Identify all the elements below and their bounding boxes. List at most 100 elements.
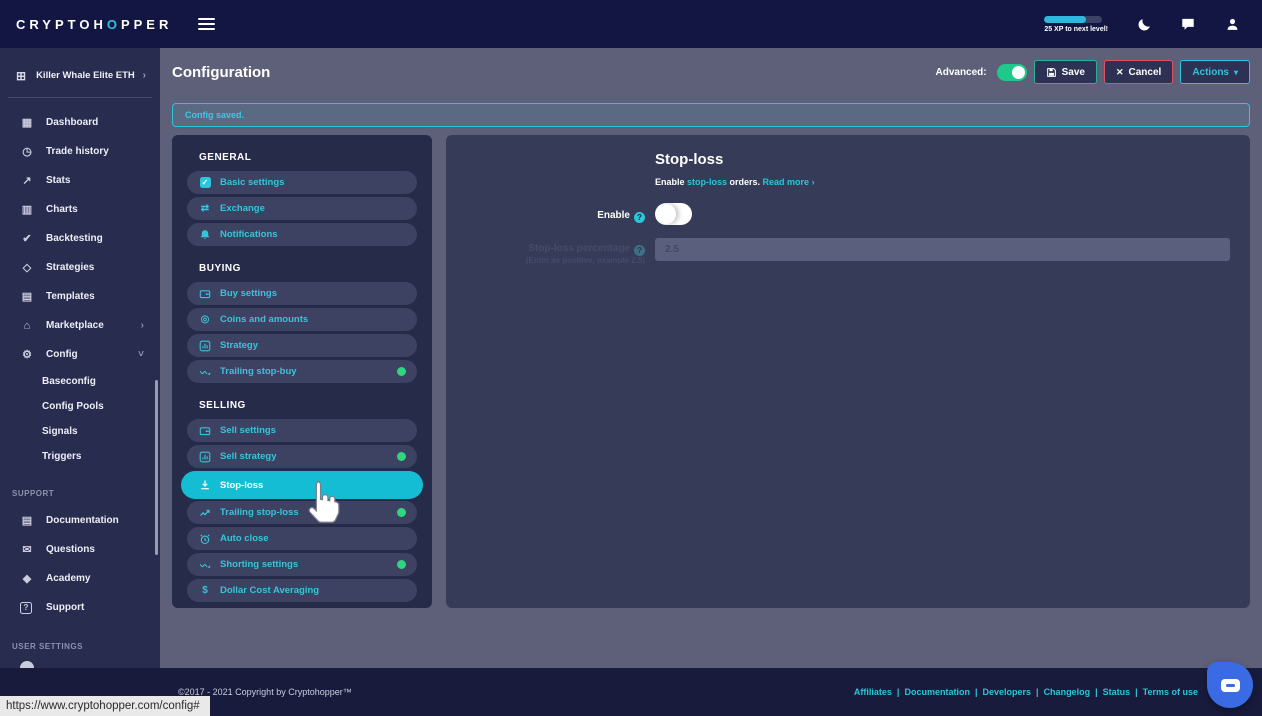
confignav-item-coins-and-amounts[interactable]: ◎ Coins and amounts: [187, 308, 417, 331]
sidebar-item-support[interactable]: ?Support: [0, 593, 160, 622]
sidebar-item-config-pools[interactable]: Config Pools: [0, 394, 160, 419]
sidebar-item-academy[interactable]: ◆Academy: [0, 564, 160, 593]
footer-link-affiliates[interactable]: Affiliates: [854, 687, 892, 697]
actions-dropdown-button[interactable]: Actions ▾: [1180, 60, 1250, 84]
sidebar-item-templates[interactable]: ▤Templates: [0, 282, 160, 311]
save-button[interactable]: Save: [1034, 60, 1097, 84]
xp-progress: 25 XP to next level!: [1044, 16, 1108, 33]
stop-loss-percentage-hint: (Enter as positive, example 2.5): [446, 256, 645, 265]
sidebar-item-backtesting[interactable]: ✔Backtesting: [0, 224, 160, 253]
help-icon[interactable]: ?: [634, 212, 645, 223]
enable-toggle[interactable]: [655, 203, 692, 225]
user-settings-avatar[interactable]: [20, 661, 34, 668]
config-saved-alert: Config saved.: [172, 103, 1250, 127]
confignav-item-label: Coins and amounts: [220, 314, 308, 325]
confignav-item-buy-settings[interactable]: Buy settings: [187, 282, 417, 305]
chart-bars-icon: [198, 340, 212, 352]
enabled-dot: [397, 367, 406, 376]
confignav-item-label: Sell settings: [220, 425, 276, 436]
document-icon: ▤: [20, 514, 34, 527]
cancel-button[interactable]: ✕ Cancel: [1104, 60, 1173, 84]
chat-widget-button[interactable]: [1207, 662, 1253, 708]
wallet-icon: [198, 288, 212, 300]
enabled-dot: [397, 508, 406, 517]
footer-link-developers[interactable]: Developers: [970, 687, 1031, 697]
sidebar-item-stats[interactable]: ↗Stats: [0, 166, 160, 195]
sidebar-item-label: Marketplace: [46, 320, 104, 331]
footer-link-terms[interactable]: Terms of use: [1130, 687, 1198, 697]
card-subtitle: Enable stop-loss orders. Read more ›: [655, 177, 815, 187]
confignav-item-label: Dollar Cost Averaging: [220, 585, 319, 596]
confignav-item-notifications[interactable]: Notifications: [187, 223, 417, 246]
sidebar-item-config[interactable]: ⚙Config˅: [0, 340, 160, 369]
hamburger-menu-icon[interactable]: [198, 18, 215, 30]
sidebar-item-trade-history[interactable]: ◷Trade history: [0, 137, 160, 166]
chevron-right-icon: ›: [812, 177, 815, 187]
chevron-right-icon: ›: [141, 320, 144, 331]
cryptohopper-logo[interactable]: CRYPTOHOPPER: [16, 17, 172, 32]
confignav-item-stop-loss[interactable]: Stop-loss: [181, 471, 423, 499]
sidebar-item-baseconfig[interactable]: Baseconfig: [0, 369, 160, 394]
confignav-item-trailing-stop-loss[interactable]: Trailing stop-loss: [187, 501, 417, 524]
confignav-item-auto-close[interactable]: Auto close: [187, 527, 417, 550]
dashboard-icon: ▦: [20, 116, 34, 129]
toggle-knob: [1012, 66, 1025, 79]
sidebar-item-dashboard[interactable]: ▦Dashboard: [0, 108, 160, 137]
user-profile-icon[interactable]: [1224, 16, 1240, 32]
sidebar-scrollbar[interactable]: [155, 380, 158, 555]
floppy-save-icon: [1046, 67, 1057, 78]
footer-link-status[interactable]: Status: [1090, 687, 1130, 697]
squiggle-icon: [198, 366, 212, 378]
toggle-knob: [656, 204, 676, 224]
sidebar-item-strategies[interactable]: ◇Strategies: [0, 253, 160, 282]
confignav-item-dollar-cost-averaging[interactable]: $ Dollar Cost Averaging: [187, 579, 417, 602]
gear-icon: ⚙: [20, 348, 34, 361]
sidebar-item-label: Templates: [46, 291, 95, 302]
logo-accent-o: O: [107, 17, 121, 32]
stop-loss-link[interactable]: stop-loss: [687, 177, 727, 187]
sidebar-subitem-label: Signals: [42, 426, 78, 437]
chart-bars-icon: [198, 451, 212, 463]
confignav-item-exchange[interactable]: ⇄ Exchange: [187, 197, 417, 220]
trend-up-icon: [198, 507, 212, 519]
actions-button-label: Actions: [1192, 67, 1229, 78]
dark-mode-moon-icon[interactable]: [1136, 16, 1152, 32]
xp-progress-bar: [1044, 16, 1102, 23]
logo-text: PPER: [121, 17, 172, 32]
help-icon[interactable]: ?: [634, 245, 645, 256]
question-box-icon: ?: [20, 602, 32, 614]
enable-label: Enable?: [446, 210, 645, 223]
stop-loss-percentage-input[interactable]: [655, 238, 1230, 261]
sidebar-item-triggers[interactable]: Triggers: [0, 444, 160, 469]
footer-link-documentation[interactable]: Documentation: [892, 687, 970, 697]
sidebar-item-questions[interactable]: ✉Questions: [0, 535, 160, 564]
confignav-item-sell-strategy[interactable]: Sell strategy: [187, 445, 417, 468]
icon-wrap: ✓: [198, 177, 212, 188]
confignav-item-trailing-stop-buy[interactable]: Trailing stop-buy: [187, 360, 417, 383]
messages-icon[interactable]: [1180, 16, 1196, 32]
sidebar-item-marketplace[interactable]: ⌂Marketplace›: [0, 311, 160, 340]
confignav-item-strategy[interactable]: Strategy: [187, 334, 417, 357]
bell-icon: [198, 229, 212, 241]
arrow-down-to-line-icon: [198, 479, 212, 491]
advanced-toggle[interactable]: [997, 64, 1027, 81]
hopper-selector[interactable]: ⊞ Killer Whale Elite ETH ›: [8, 54, 152, 98]
confignav-item-basic-settings[interactable]: ✓ Basic settings: [187, 171, 417, 194]
bar-chart-icon: ▥: [20, 203, 34, 216]
sidebar-item-signals[interactable]: Signals: [0, 419, 160, 444]
confignav-item-shorting-settings[interactable]: Shorting settings: [187, 553, 417, 576]
sidebar-item-label: Questions: [46, 544, 95, 555]
chat-bubble-icon: [1221, 679, 1240, 692]
read-more-link[interactable]: Read more: [763, 177, 810, 187]
footer-links: Affiliates Documentation Developers Chan…: [854, 687, 1198, 697]
footer-link-changelog[interactable]: Changelog: [1031, 687, 1090, 697]
chevron-right-icon: ›: [143, 70, 146, 81]
sidebar-item-documentation[interactable]: ▤Documentation: [0, 506, 160, 535]
stats-line-icon: ↗: [20, 174, 34, 187]
confignav-item-sell-settings[interactable]: Sell settings: [187, 419, 417, 442]
sidebar-item-charts[interactable]: ▥Charts: [0, 195, 160, 224]
hopper-name: Killer Whale Elite ETH: [36, 70, 135, 81]
subtitle-text: orders.: [727, 177, 763, 187]
alarm-clock-icon: [198, 533, 212, 545]
caret-down-icon: ▾: [1234, 68, 1238, 77]
